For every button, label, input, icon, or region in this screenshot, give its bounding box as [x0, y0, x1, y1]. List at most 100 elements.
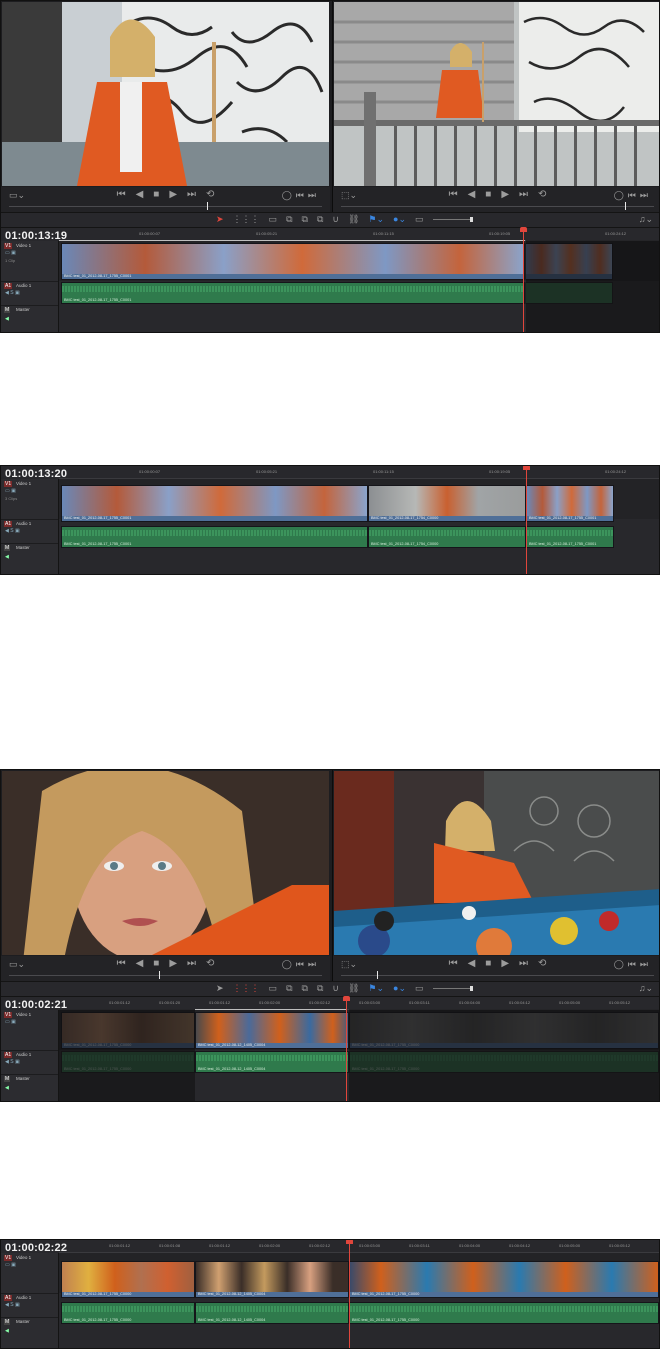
source-viewer[interactable]: ▭⌄ ⏮ ◀ ■ ▶ ⏭ ⟲ ◯⏮⏭	[1, 770, 330, 981]
trim-tool-icon[interactable]: ⋮⋮⋮	[233, 214, 260, 225]
snap-icon[interactable]: ∪	[332, 983, 339, 994]
skip-back-icon[interactable]: ⏮	[117, 958, 126, 972]
video-clip[interactable]: BMC test_01_2012-08-17_1754_C0000	[368, 485, 526, 522]
timeline-viewer[interactable]: ⬚⌄ ⏮ ◀ ■ ▶ ⏭ ⟲ ◯⏮⏭	[332, 1, 659, 212]
loop-icon[interactable]: ⟲	[206, 189, 214, 203]
replace-icon[interactable]: ⧉	[317, 983, 323, 994]
timeline-viewer[interactable]: ⬚⌄ ⏮ ◀ ■ ▶ ⏭ ⟲ ◯⏮⏭	[332, 770, 659, 981]
audio-track-header[interactable]: A1 Audio 1 ◀ S ▣	[1, 281, 58, 306]
marker-icon[interactable]: ●⌄	[393, 214, 406, 225]
timeline-ruler[interactable]: 01:00:01:12 01:00:01:08 01:00:01:12 01:0…	[59, 1240, 659, 1253]
skip-back-icon[interactable]: ⏮	[449, 189, 458, 203]
track-lock-icon[interactable]: ▭ ▣	[5, 1019, 16, 1025]
zoom-full-icon[interactable]: ▭	[415, 214, 424, 225]
insert-icon[interactable]: ⧉	[286, 214, 292, 225]
speaker-icon[interactable]: ◀	[5, 1328, 9, 1334]
stop-icon[interactable]: ■	[153, 189, 159, 203]
master-track-header[interactable]: M Master ◀	[1, 1074, 58, 1101]
master-track-header[interactable]: M Master ◀	[1, 1317, 58, 1348]
timeline-scrubber-handle[interactable]	[625, 202, 626, 210]
track-mute-icon[interactable]: ◀ S ▣	[5, 290, 20, 296]
skip-back-icon[interactable]: ⏮	[117, 189, 126, 203]
audio-track-header[interactable]: A1 Audio 1 ◀ S ▣	[1, 1050, 58, 1075]
flag-icon[interactable]: ⚑⌄	[368, 983, 384, 994]
video-clip[interactable]: BMC test_01_2012-08-17_1755_C0001	[526, 485, 614, 522]
loop-icon[interactable]: ⟲	[206, 958, 214, 972]
marker-icon[interactable]: ●⌄	[393, 983, 406, 994]
zoom-slider[interactable]	[432, 217, 473, 222]
replace-icon[interactable]: ⧉	[317, 214, 323, 225]
in-out-icons[interactable]: ◯⏮⏭	[282, 190, 320, 201]
speaker-icon[interactable]: ◀	[5, 554, 9, 560]
audio-track-header[interactable]: A1 Audio 1 ◀ S ▣	[1, 519, 58, 544]
audio-clip[interactable]: BMC test_01_2012-08-17_1755_C0001	[61, 282, 525, 304]
step-back-icon[interactable]: ◀	[136, 189, 144, 203]
speaker-icon[interactable]: ◀	[5, 316, 9, 322]
master-track-header[interactable]: M Master ◀	[1, 305, 58, 332]
blade-tool-icon[interactable]: ▭	[269, 983, 278, 994]
video-clip[interactable]: BMC test_01_2012-08-17_1755_C0000	[61, 1261, 195, 1298]
timeline-scrubber-handle[interactable]	[377, 971, 378, 979]
audio-icon[interactable]: ♫⌄	[639, 214, 653, 225]
video-track-header[interactable]: V1 Video 1 ▭ ▣ 1 Clip	[1, 241, 58, 282]
track-mute-icon[interactable]: ◀ S ▣	[5, 1302, 20, 1308]
step-back-icon[interactable]: ◀	[468, 958, 476, 972]
video-track-header[interactable]: V1 Video 1 ▭ ▣ 3 Clips	[1, 479, 58, 520]
playhead[interactable]	[520, 227, 527, 332]
audio-clip[interactable]: BMC test_01_2012-08-17_1755_C0001	[61, 526, 368, 548]
timeline-scrubber[interactable]	[341, 975, 654, 976]
stop-icon[interactable]: ■	[153, 958, 159, 972]
master-track-header[interactable]: M Master ◀	[1, 543, 58, 574]
snap-icon[interactable]: ∪	[332, 214, 339, 225]
overwrite-icon[interactable]: ⧉	[302, 983, 308, 994]
playhead[interactable]	[523, 466, 530, 574]
link-icon[interactable]: ⛓	[348, 214, 359, 225]
overwrite-icon[interactable]: ⧉	[302, 214, 308, 225]
source-scrubber[interactable]	[9, 975, 322, 976]
playhead[interactable]	[346, 1240, 353, 1348]
zoom-full-icon[interactable]: ▭	[415, 983, 424, 994]
skip-forward-icon[interactable]: ⏭	[187, 189, 196, 203]
timeline-ruler[interactable]: 01:00:00:07 01:00:05:21 01:00:11:15 01:0…	[59, 466, 659, 479]
source-scrubber[interactable]	[9, 206, 322, 207]
in-out-icons[interactable]: ◯⏮⏭	[282, 959, 320, 970]
zoom-slider[interactable]	[432, 986, 473, 991]
flag-icon[interactable]: ⚑⌄	[368, 214, 384, 225]
playhead[interactable]	[343, 996, 350, 1101]
video-clip[interactable]: BMC test_01_2012-08-17_1755_C0001	[61, 485, 368, 522]
selection-tool-icon[interactable]: ➤	[216, 983, 224, 994]
source-scrubber-handle[interactable]	[207, 202, 208, 210]
source-scrubber-handle[interactable]	[159, 971, 160, 979]
video-clip[interactable]: BMC test_01_2012-08-12_1405_C0004	[195, 1261, 349, 1298]
skip-forward-icon[interactable]: ⏭	[519, 958, 528, 972]
video-clip[interactable]: BMC test_01_2012-08-17_1755_C0000	[349, 1261, 659, 1298]
blade-tool-icon[interactable]: ▭	[269, 214, 278, 225]
play-icon[interactable]: ▶	[169, 958, 177, 972]
video-track-header[interactable]: V1 Video 1 ▭ ▣	[1, 1010, 58, 1051]
in-out-icons[interactable]: ◯⏮⏭	[614, 959, 652, 970]
in-out-icons[interactable]: ◯⏮⏭	[614, 190, 652, 201]
video-clip[interactable]: BMC test_01_2012-08-17_1755_C0001	[61, 243, 525, 280]
audio-clip[interactable]: BMC test_01_2012-08-12_1405_C0004	[195, 1302, 349, 1324]
skip-back-icon[interactable]: ⏮	[449, 958, 458, 972]
audio-track-header[interactable]: A1 Audio 1 ◀ S ▣	[1, 1293, 58, 1318]
stop-icon[interactable]: ■	[485, 189, 491, 203]
timeline-scrubber[interactable]	[341, 206, 654, 207]
track-mute-icon[interactable]: ◀ S ▣	[5, 1059, 20, 1065]
audio-icon[interactable]: ♫⌄	[639, 983, 653, 994]
loop-icon[interactable]: ⟲	[538, 958, 546, 972]
step-back-icon[interactable]: ◀	[136, 958, 144, 972]
trim-tool-icon[interactable]: ⋮⋮⋮	[233, 983, 260, 994]
audio-clip[interactable]: BMC test_01_2012-08-12_1405_C0004	[195, 1051, 349, 1073]
stop-icon[interactable]: ■	[485, 958, 491, 972]
track-lock-icon[interactable]: ▭ ▣	[5, 250, 16, 256]
link-icon[interactable]: ⛓	[348, 983, 359, 994]
selection-tool-icon[interactable]: ➤	[216, 214, 224, 225]
track-mute-icon[interactable]: ◀ S ▣	[5, 528, 20, 534]
play-icon[interactable]: ▶	[169, 189, 177, 203]
play-icon[interactable]: ▶	[501, 958, 509, 972]
track-lock-icon[interactable]: ▭ ▣	[5, 1262, 16, 1268]
audio-clip[interactable]: BMC test_01_2012-08-17_1755_C0001	[526, 526, 614, 548]
audio-clip[interactable]: BMC test_01_2012-08-17_1755_C0000	[349, 1302, 659, 1324]
play-icon[interactable]: ▶	[501, 189, 509, 203]
